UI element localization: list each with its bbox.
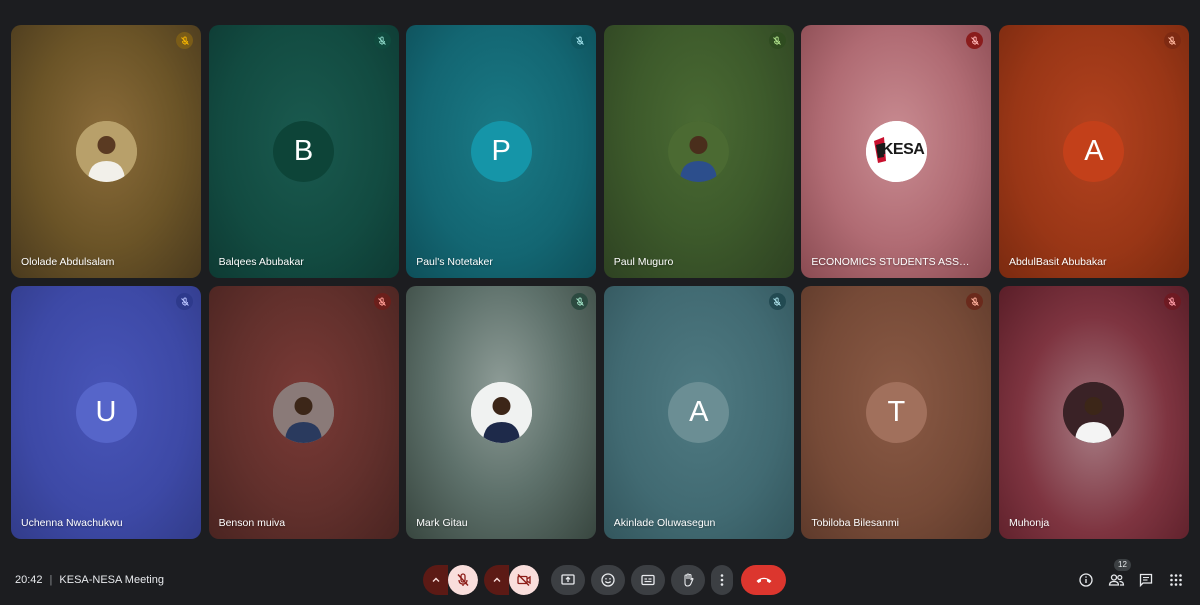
participant-name: Paul's Notetaker [416, 256, 493, 268]
mic-off-icon [1168, 36, 1177, 45]
mic-off-icon [1168, 297, 1177, 306]
participant-name: Mark Gitau [416, 517, 468, 529]
avatar-initial: B [273, 121, 335, 182]
muted-indicator [966, 293, 984, 310]
mic-off-icon [575, 297, 584, 306]
avatar-initial: P [470, 121, 532, 182]
muted-indicator [768, 32, 786, 49]
participant-tile[interactable]: Mark Gitau [406, 286, 597, 539]
avatar-photo [273, 382, 335, 443]
participant-tile[interactable]: T Tobiloba Bilesanmi [801, 286, 992, 539]
mic-off-icon [180, 297, 189, 306]
more-vert-icon [720, 574, 724, 586]
avatar-photo [668, 121, 730, 182]
side-panel-buttons: 12 [1076, 559, 1186, 592]
avatar-photo [470, 382, 532, 443]
avatar-initial: U [75, 382, 137, 443]
participant-tile[interactable]: KESA ECONOMICS STUDENTS ASSOCIATION [801, 25, 992, 278]
leave-call-button[interactable] [741, 565, 786, 595]
raise-hand-button[interactable] [671, 565, 705, 595]
mic-off-icon [971, 297, 979, 306]
participant-tile[interactable]: B Balqees Abubakar [208, 25, 399, 278]
participant-name: Paul Muguro [613, 256, 674, 268]
muted-indicator [176, 32, 193, 49]
muted-indicator [768, 293, 786, 310]
emoji-reactions-button[interactable] [591, 565, 625, 595]
meeting-title[interactable]: KESA-NESA Meeting [59, 574, 164, 586]
avatar-logo: KESA [865, 121, 927, 182]
emoji-icon [601, 573, 615, 587]
participant-name: Muhonja [1008, 517, 1050, 529]
mic-toggle-button[interactable] [448, 565, 478, 595]
participant-count-badge: 12 [1114, 559, 1131, 571]
camera-off-icon [517, 574, 531, 586]
captions-button[interactable] [631, 565, 665, 595]
participant-name: AbdulBasit Abubakar [1008, 256, 1107, 268]
avatar-photo [75, 121, 137, 182]
participant-tile[interactable]: P Paul's Notetaker [406, 25, 597, 278]
muted-indicator [373, 293, 391, 310]
hand-icon [684, 573, 694, 587]
chevron-up-icon [432, 577, 439, 582]
muted-indicator [571, 293, 589, 310]
people-icon [1108, 574, 1124, 586]
chevron-up-icon [493, 577, 500, 582]
participant-name: Benson muiva [218, 517, 286, 529]
mic-off-icon [378, 36, 386, 45]
avatar-photo [1063, 382, 1125, 443]
captions-icon [641, 574, 655, 586]
avatar-initial: T [865, 382, 927, 443]
mic-off-icon [773, 297, 782, 306]
meeting-time: 20:42 [15, 574, 43, 586]
participant-tile[interactable]: Paul Muguro [603, 25, 794, 278]
muted-indicator [966, 32, 984, 49]
kesa-logo-text: KESA [881, 141, 925, 158]
apps-grid-icon [1170, 574, 1182, 586]
meeting-info-separator: | [49, 574, 53, 586]
meeting-details-button[interactable] [1076, 570, 1096, 590]
participant-tile[interactable]: A Akinlade Oluwasegun [603, 286, 794, 539]
mic-off-icon [457, 573, 469, 586]
chat-icon [1139, 573, 1153, 588]
call-controls [423, 565, 786, 595]
participant-tile[interactable]: A AbdulBasit Abubakar [998, 25, 1189, 278]
microphone-control [423, 565, 478, 595]
mic-off-icon [378, 297, 386, 306]
present-screen-icon [561, 574, 575, 585]
mic-off-icon [773, 36, 782, 45]
chat-button[interactable] [1136, 570, 1156, 590]
participant-tile[interactable]: Benson muiva [208, 286, 399, 539]
participant-name: Tobiloba Bilesanmi [811, 517, 899, 529]
mic-off-icon [575, 36, 584, 45]
participant-grid: Ololade Abdulsalam B Balqees Abubakar P Paul… [11, 25, 1189, 539]
activities-button[interactable] [1166, 570, 1186, 590]
present-screen-button[interactable] [551, 565, 585, 595]
participant-name: Balqees Abubakar [218, 256, 304, 268]
more-options-button[interactable] [711, 565, 733, 595]
camera-control [484, 565, 539, 595]
mic-off-icon [971, 36, 979, 45]
participant-name: Uchenna Nwachukwu [21, 517, 123, 529]
info-icon [1079, 573, 1093, 587]
participant-name: Ololade Abdulsalam [21, 256, 115, 268]
muted-indicator [571, 32, 589, 49]
people-button[interactable]: 12 [1106, 559, 1131, 590]
muted-indicator [373, 32, 391, 49]
video-options-button[interactable] [484, 565, 509, 595]
muted-indicator [1163, 293, 1181, 310]
participant-tile[interactable]: Muhonja [998, 286, 1189, 539]
meeting-info: 20:42 | KESA-NESA Meeting [15, 573, 164, 587]
muted-indicator [1163, 32, 1181, 49]
muted-indicator [176, 293, 193, 310]
camera-toggle-button[interactable] [509, 565, 539, 595]
participant-tile[interactable]: U Uchenna Nwachukwu [11, 286, 201, 539]
participant-name: Akinlade Oluwasegun [613, 517, 716, 529]
call-end-icon [756, 577, 771, 583]
avatar-initial: A [1063, 121, 1125, 182]
mic-off-icon [180, 36, 189, 45]
avatar-initial: A [668, 382, 730, 443]
participant-tile[interactable]: Ololade Abdulsalam [11, 25, 201, 278]
audio-options-button[interactable] [423, 565, 448, 595]
participant-name: ECONOMICS STUDENTS ASSOCIATION [811, 256, 974, 268]
